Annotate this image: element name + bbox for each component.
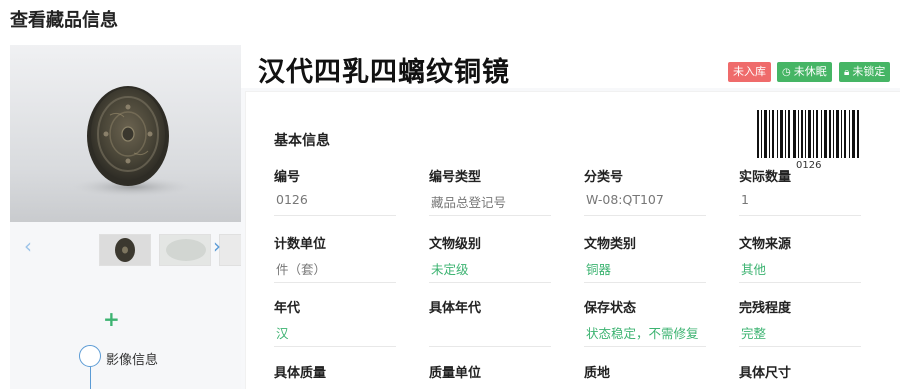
thumbnail-mirror-image bbox=[100, 235, 150, 265]
timeline-node[interactable] bbox=[79, 345, 101, 367]
field-value: W-08:QT107 bbox=[586, 192, 664, 207]
field-label: 文物级别 bbox=[429, 237, 482, 252]
field-label: 分类号 bbox=[584, 170, 624, 185]
field-divider bbox=[739, 346, 861, 347]
field-value: 状态稳定，不需修复 bbox=[586, 326, 699, 341]
field-value: 1 bbox=[741, 192, 749, 207]
field-value: 其他 bbox=[741, 262, 767, 277]
field-divider bbox=[584, 215, 706, 216]
chevron-left-icon[interactable]: ‹ bbox=[24, 236, 32, 256]
field-value: 0126 bbox=[276, 192, 308, 207]
field-value: 未定级 bbox=[431, 262, 469, 277]
barcode-number: 0126 bbox=[796, 160, 822, 171]
chevron-right-icon[interactable]: › bbox=[213, 236, 221, 256]
thumbnail-1[interactable] bbox=[99, 234, 151, 266]
thumbnail-2[interactable] bbox=[159, 234, 211, 266]
field-divider bbox=[739, 215, 861, 216]
field-label: 保存状态 bbox=[584, 301, 637, 316]
thumbnail-mirror-back-image bbox=[160, 235, 210, 265]
field-divider bbox=[584, 282, 706, 283]
storage-status-badge: 未入库 bbox=[728, 62, 771, 82]
field-label: 编号 bbox=[274, 170, 301, 185]
section-title: 基本信息 bbox=[274, 133, 330, 149]
field-divider bbox=[274, 215, 396, 216]
page-title: 查看藏品信息 bbox=[10, 10, 118, 31]
lock-icon: 🔒︎ bbox=[844, 67, 850, 78]
field-divider bbox=[584, 346, 706, 347]
barcode-image bbox=[757, 110, 859, 158]
relic-name: 汉代四乳四螭纹铜镜 bbox=[258, 57, 510, 88]
field-value: 藏品总登记号 bbox=[431, 195, 507, 210]
field-divider bbox=[429, 282, 551, 283]
field-label: 具体尺寸 bbox=[739, 366, 792, 381]
image-info-label[interactable]: 影像信息 bbox=[106, 349, 158, 368]
clock-icon: ◷ bbox=[782, 67, 791, 78]
field-label: 文物来源 bbox=[739, 237, 792, 252]
thumbnail-3[interactable] bbox=[219, 234, 243, 266]
field-divider bbox=[274, 346, 396, 347]
field-value: 件（套） bbox=[276, 262, 327, 277]
field-divider bbox=[429, 215, 551, 216]
timeline-line bbox=[90, 367, 91, 389]
field-value: 铜器 bbox=[586, 262, 612, 277]
field-divider bbox=[274, 282, 396, 283]
thumbnail-strip: ‹ › bbox=[10, 230, 243, 266]
field-divider bbox=[739, 282, 861, 283]
field-label: 质量单位 bbox=[429, 366, 482, 381]
field-label: 完残程度 bbox=[739, 301, 792, 316]
media-panel: ‹ › + 影像信息 bbox=[10, 45, 243, 389]
field-label: 计数单位 bbox=[274, 237, 327, 252]
field-label: 具体质量 bbox=[274, 366, 327, 381]
field-label: 年代 bbox=[274, 301, 301, 316]
field-label: 实际数量 bbox=[739, 170, 792, 185]
dormant-status-badge: ◷ 未休眠 bbox=[777, 62, 832, 82]
field-divider bbox=[429, 346, 551, 347]
field-value: 汉 bbox=[276, 326, 289, 341]
field-value: 完整 bbox=[741, 326, 767, 341]
lock-status-badge: 🔒︎ 未锁定 bbox=[839, 62, 891, 82]
field-label: 文物类别 bbox=[584, 237, 637, 252]
field-label: 具体年代 bbox=[429, 301, 482, 316]
bronze-mirror-image bbox=[72, 86, 192, 197]
relic-main-image[interactable] bbox=[10, 45, 241, 222]
field-label: 编号类型 bbox=[429, 170, 482, 185]
field-label: 质地 bbox=[584, 366, 611, 381]
plus-icon[interactable]: + bbox=[103, 309, 120, 329]
